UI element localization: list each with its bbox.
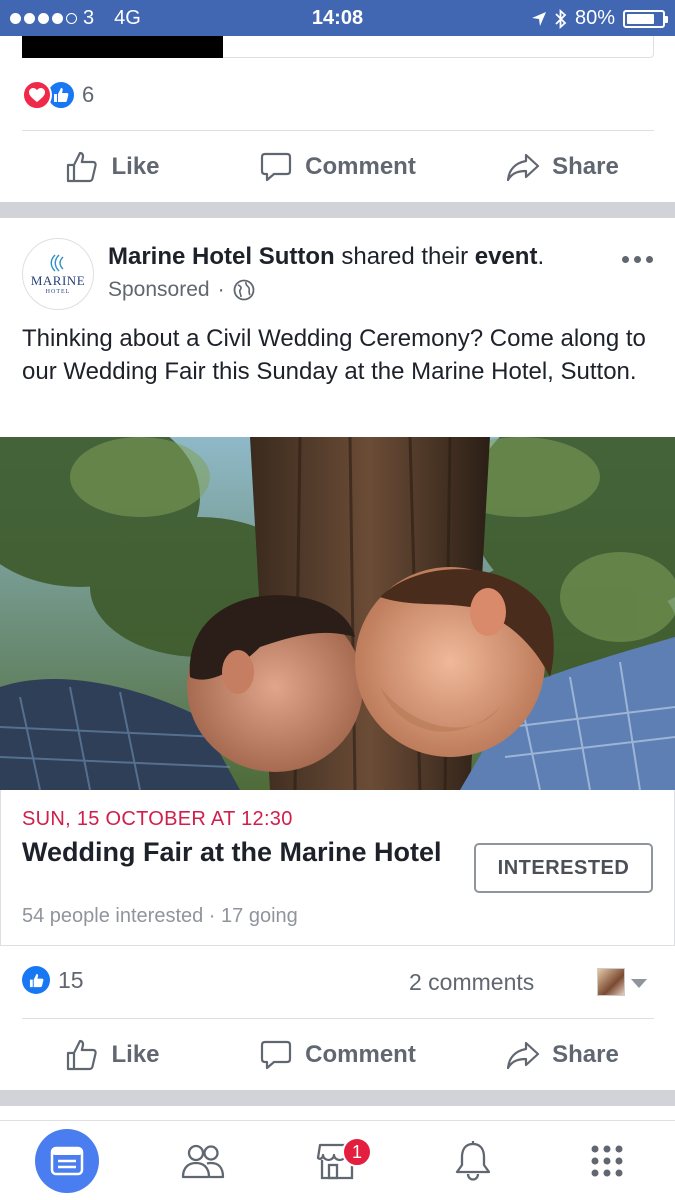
- thumbs-up-icon: [67, 1039, 98, 1071]
- share-button[interactable]: Share: [450, 1020, 675, 1090]
- battery-icon: [623, 9, 668, 28]
- feed-separator: [0, 202, 675, 218]
- tab-menu[interactable]: [572, 1121, 642, 1200]
- location-arrow-icon: [531, 11, 546, 26]
- share-label: Share: [552, 153, 619, 180]
- meta-separator: ·: [217, 278, 225, 301]
- tab-marketplace[interactable]: 1: [302, 1121, 372, 1200]
- bluetooth-icon: [555, 8, 567, 29]
- share-arrow-icon: [507, 153, 540, 182]
- forest-photo-illustration: [0, 437, 675, 790]
- comments-count-link[interactable]: 2 comments: [409, 969, 534, 996]
- event-stats: 54 people interested · 17 going: [22, 905, 298, 927]
- tab-friends[interactable]: [168, 1121, 238, 1200]
- interested-button[interactable]: INTERESTED: [474, 843, 653, 893]
- header-middle-text: shared their: [334, 243, 475, 270]
- comment-bubble-icon: [261, 1040, 292, 1070]
- share-arrow-icon: [507, 1041, 540, 1070]
- sponsored-label[interactable]: Sponsored: [108, 278, 210, 302]
- event-link[interactable]: event: [475, 243, 538, 270]
- more-options-icon[interactable]: [622, 256, 653, 263]
- divider: [22, 130, 654, 131]
- like-label: Like: [111, 153, 160, 180]
- globe-icon: [233, 279, 254, 301]
- love-reaction-icon: [22, 80, 52, 110]
- like-reaction-icon: [22, 966, 50, 994]
- wave-logo-icon: [47, 254, 69, 273]
- menu-grid-icon: [591, 1145, 623, 1177]
- chevron-down-icon[interactable]: [631, 979, 647, 988]
- tab-notifications[interactable]: [438, 1121, 508, 1200]
- event-date: SUN, 15 OCTOBER AT 12:30: [22, 808, 293, 830]
- comment-label: Comment: [305, 1041, 416, 1068]
- news-feed-icon: [35, 1129, 99, 1193]
- status-right: 80%: [531, 7, 668, 30]
- bell-icon: [455, 1141, 491, 1181]
- event-cover-photo[interactable]: [0, 437, 675, 790]
- event-title[interactable]: Wedding Fair at the Marine Hotel: [22, 836, 442, 869]
- post-meta: Sponsored ·: [108, 278, 255, 302]
- thumbs-up-icon: [67, 151, 98, 183]
- feed-separator: [0, 1090, 675, 1106]
- likes-count: 15: [58, 966, 84, 993]
- post-body-text: Thinking about a Civil Wedding Ceremony?…: [22, 325, 646, 385]
- sponsored-post-actions: Like Comment Share: [0, 1020, 675, 1090]
- bottom-tab-bar: 1: [0, 1120, 675, 1200]
- avatar-brand-subtext: HOTEL: [45, 288, 71, 295]
- like-label: Like: [111, 1041, 160, 1068]
- divider: [22, 1018, 654, 1019]
- page-avatar[interactable]: MARINE HOTEL: [22, 238, 94, 310]
- notification-badge: 1: [342, 1137, 372, 1167]
- redacted-block: [22, 36, 223, 58]
- likes-summary[interactable]: 15: [22, 966, 84, 994]
- like-button[interactable]: Like: [0, 1020, 225, 1090]
- status-bar: 3 4G 14:08 80%: [0, 0, 675, 36]
- previous-post-actions: Like Comment Share: [0, 132, 675, 202]
- reaction-count: 6: [82, 82, 95, 107]
- share-label: Share: [552, 1041, 619, 1068]
- friends-icon: [181, 1144, 225, 1179]
- previous-post-reactions[interactable]: 6: [22, 80, 94, 110]
- comment-label: Comment: [305, 153, 416, 180]
- page-name-link[interactable]: Marine Hotel Sutton: [108, 243, 335, 270]
- comment-button[interactable]: Comment: [225, 132, 450, 202]
- comment-button[interactable]: Comment: [225, 1020, 450, 1090]
- header-end: .: [537, 243, 545, 270]
- share-button[interactable]: Share: [450, 132, 675, 202]
- post-header: Marine Hotel Sutton shared their event.: [108, 243, 544, 271]
- like-button[interactable]: Like: [0, 132, 225, 202]
- tab-news-feed[interactable]: [32, 1121, 102, 1200]
- comment-bubble-icon: [261, 152, 292, 182]
- avatar-brand-text: MARINE: [30, 272, 86, 288]
- battery-percent: 80%: [574, 7, 615, 29]
- commenter-avatar[interactable]: [597, 968, 625, 996]
